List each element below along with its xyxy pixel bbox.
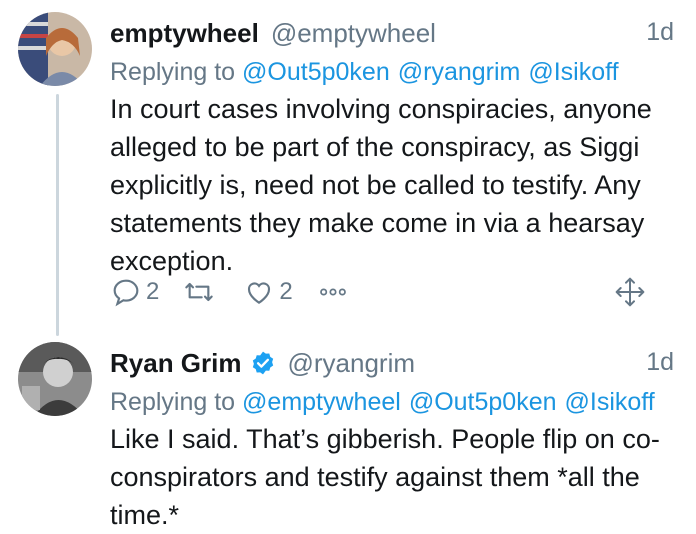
timestamp[interactable]: 1d	[646, 18, 674, 47]
thread-connector-line	[56, 94, 59, 336]
like-count: 2	[279, 278, 293, 305]
retweet-icon	[185, 282, 214, 302]
display-name[interactable]: emptywheel	[110, 18, 259, 49]
user-handle[interactable]: @emptywheel	[271, 18, 436, 49]
tweet-text: Like I said. That’s gibberish. People fl…	[110, 424, 660, 530]
like-button[interactable]: 2	[243, 276, 293, 308]
more-icon	[319, 288, 346, 296]
tweet-content: Ryan Grim @ryangrim 1d Replying to @empt…	[110, 344, 680, 534]
replying-label: Replying to	[110, 388, 243, 416]
mention-link[interactable]: @Isikoff	[528, 58, 618, 86]
tweet-header: emptywheel @emptywheel	[110, 14, 680, 52]
mention-link[interactable]: @emptywheel	[242, 388, 401, 416]
mention-link[interactable]: @Out5p0ken	[242, 58, 390, 86]
mention-link[interactable]: @Out5p0ken	[409, 388, 557, 416]
replying-to: Replying to @Out5p0ken @ryangrim @Isikoff	[110, 54, 680, 90]
timestamp[interactable]: 1d	[646, 348, 674, 377]
avatar[interactable]	[18, 342, 92, 416]
replying-to: Replying to @emptywheel @Out5p0ken @Isikof…	[110, 384, 680, 420]
reply-count: 2	[146, 278, 160, 305]
move-icon	[615, 277, 645, 307]
user-handle[interactable]: @ryangrim	[288, 348, 416, 379]
tweet-header: Ryan Grim @ryangrim	[110, 344, 680, 382]
reply-icon	[113, 279, 139, 307]
display-name[interactable]: Ryan Grim	[110, 348, 242, 379]
retweet-button[interactable]	[183, 276, 219, 308]
avatar[interactable]	[18, 12, 92, 86]
more-button[interactable]	[317, 276, 349, 308]
replying-label: Replying to	[110, 58, 243, 86]
tweet-content: emptywheel @emptywheel 1d Replying to @O…	[110, 14, 680, 280]
mention-link[interactable]: @Isikoff	[565, 388, 655, 416]
tweet-actions: 2 2	[110, 272, 680, 312]
like-icon	[248, 282, 271, 304]
reply-button[interactable]: 2	[110, 276, 159, 308]
verified-icon	[252, 351, 273, 375]
move-button[interactable]	[614, 276, 646, 308]
mention-link[interactable]: @ryangrim	[398, 58, 521, 86]
tweet-text: In court cases involving conspiracies, a…	[110, 94, 652, 276]
